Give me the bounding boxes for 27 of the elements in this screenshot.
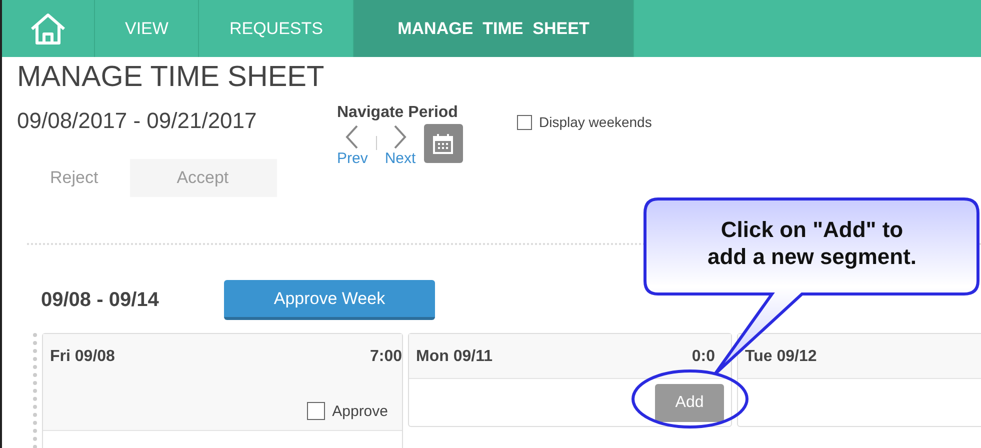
- day-label: Fri 09/08: [50, 348, 115, 366]
- chevron-left-icon[interactable]: [344, 124, 360, 150]
- week-range: 09/08 - 09/14: [41, 288, 160, 312]
- calendar-icon: [432, 132, 454, 154]
- nav-tab[interactable]: VIEW: [95, 0, 200, 57]
- calendar-button[interactable]: [424, 124, 463, 163]
- home-icon[interactable]: [29, 12, 67, 46]
- accept-button[interactable]: Accept: [130, 159, 278, 197]
- reject-button[interactable]: Reject: [32, 159, 118, 197]
- nav-tab[interactable]: MANAGE TIME SHEET: [354, 0, 634, 57]
- navigate-period-label: Navigate Period: [337, 104, 459, 122]
- approve-checkbox[interactable]: [307, 402, 326, 420]
- weekends-label: Display weekends: [539, 114, 652, 130]
- chevron-right-icon[interactable]: [392, 124, 408, 150]
- add-button[interactable]: Add: [655, 384, 724, 422]
- prev-link[interactable]: Prev: [337, 150, 368, 167]
- approve-week-button[interactable]: Approve Week: [224, 280, 435, 320]
- page-title: MANAGE TIME SHEET: [17, 61, 326, 94]
- day-label: Mon 09/11: [416, 348, 492, 366]
- period-range: 09/08/2017 - 09/21/2017: [17, 108, 258, 134]
- day-label: Tue 09/12: [745, 348, 817, 366]
- callout-text: Click on "Add" to add a new segment.: [706, 216, 918, 270]
- next-link[interactable]: Next: [384, 150, 416, 167]
- day-total: 7:00: [370, 348, 402, 366]
- weekends-checkbox[interactable]: [517, 114, 532, 130]
- day-total: 0:0: [692, 348, 715, 366]
- approve-label: Approve: [332, 402, 388, 420]
